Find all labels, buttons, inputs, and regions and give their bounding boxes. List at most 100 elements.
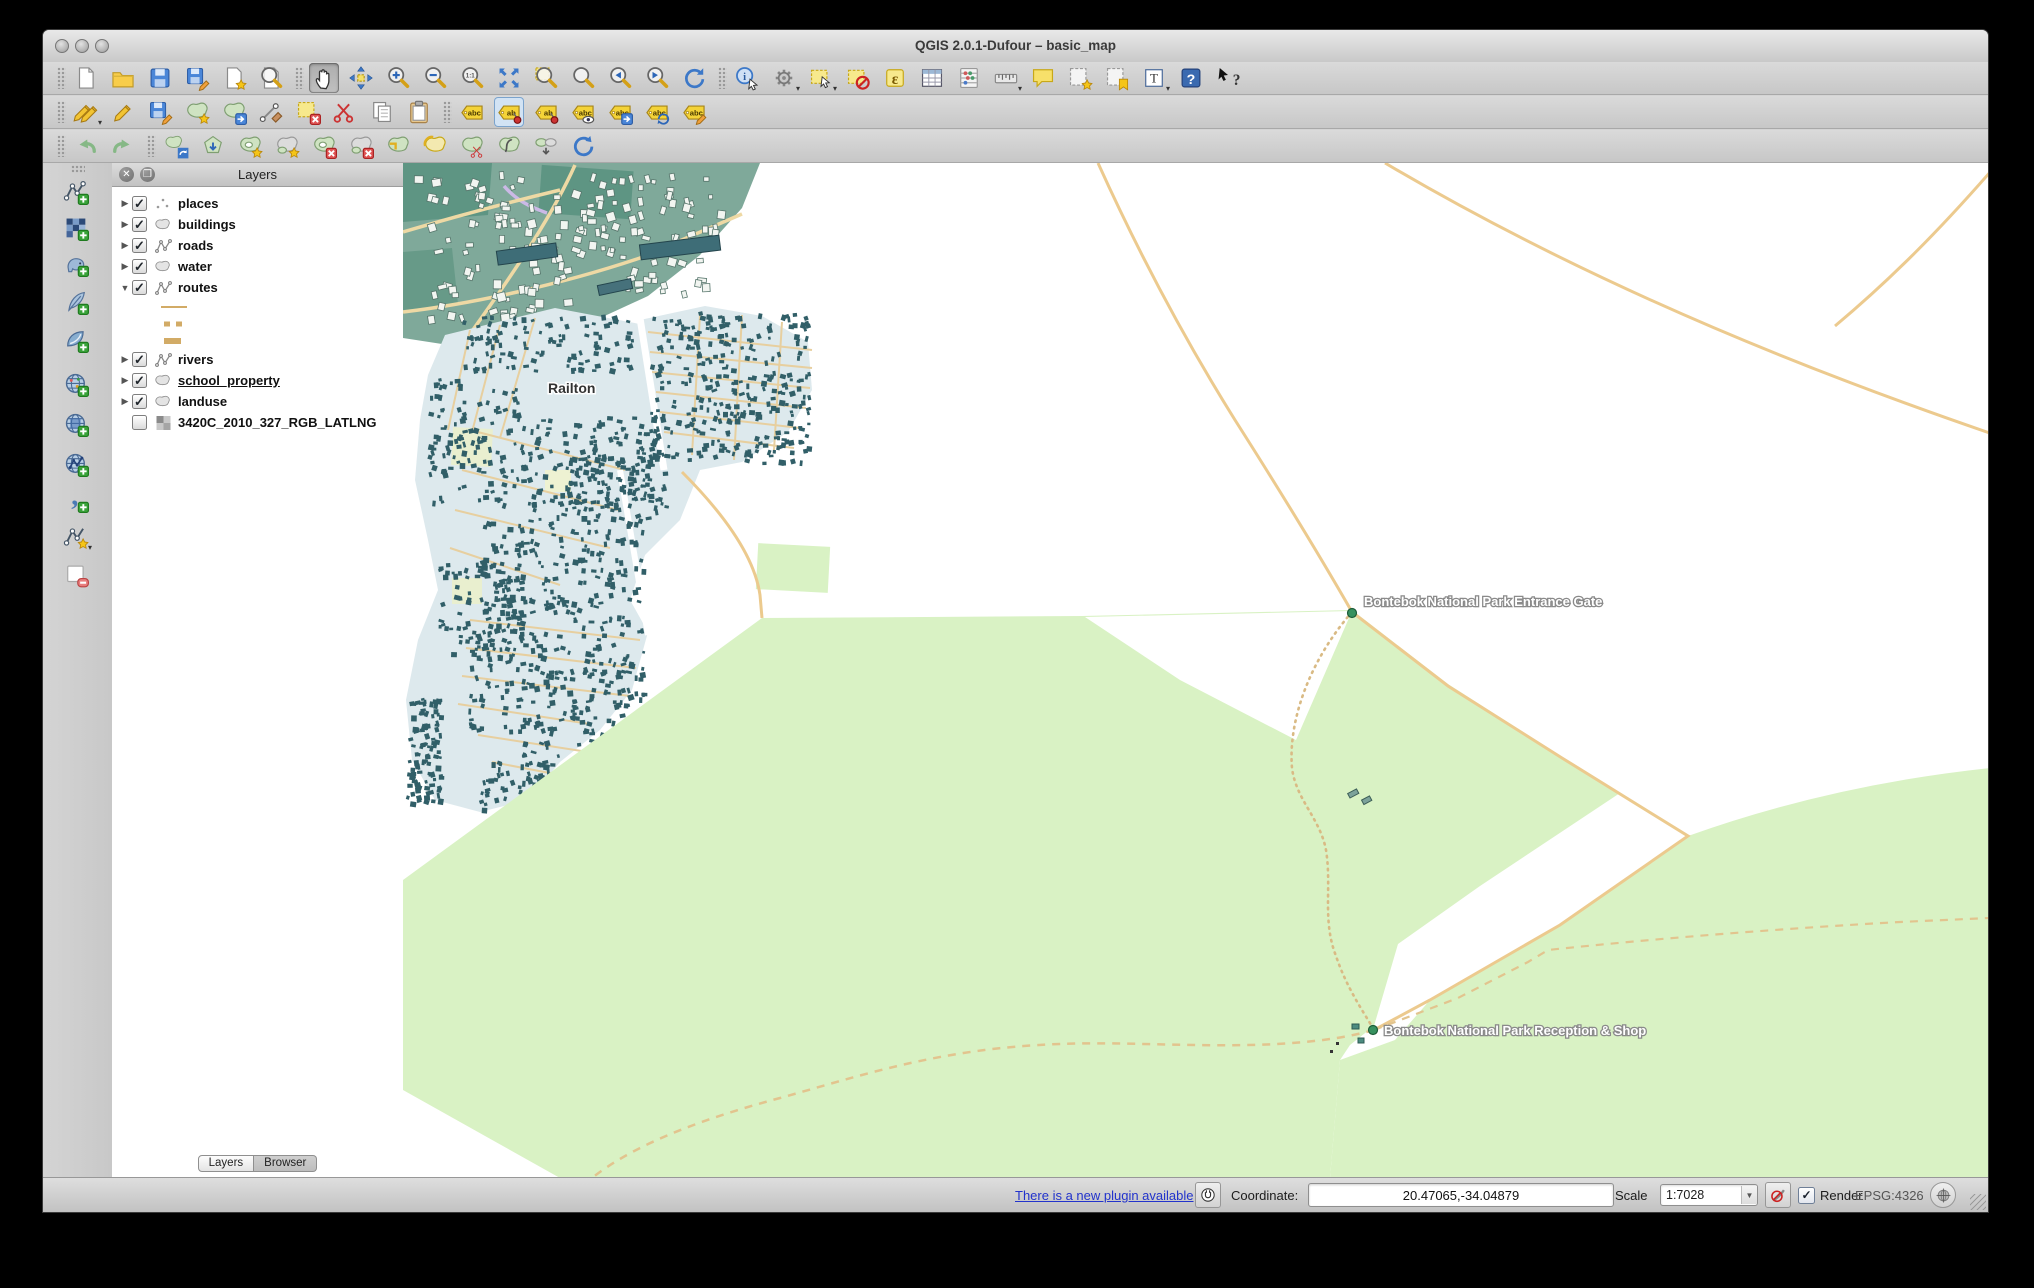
refresh-map-button[interactable] xyxy=(679,63,709,93)
layer-visibility-checkbox[interactable]: ✓ xyxy=(132,217,147,232)
layer-row-routes[interactable]: ▼✓routes xyxy=(118,277,403,298)
rotate-feature-button[interactable] xyxy=(161,131,191,161)
open-project-button[interactable] xyxy=(108,63,138,93)
layer-name[interactable]: water xyxy=(178,259,212,274)
zoom-to-selection-button[interactable] xyxy=(531,63,561,93)
new-bookmark-button[interactable] xyxy=(1065,63,1095,93)
dropdown-arrow-icon[interactable]: ▾ xyxy=(1018,85,1022,93)
layer-visibility-checkbox[interactable]: ✓ xyxy=(132,415,147,430)
layer-row-3420C_2010_327_RGB_LATLNG[interactable]: ✓3420C_2010_327_RGB_LATLNG xyxy=(118,412,403,433)
toggle-editing-button[interactable] xyxy=(108,97,138,127)
zoom-out-button[interactable] xyxy=(420,63,450,93)
toolbar-grip[interactable] xyxy=(443,101,452,123)
layer-visibility-checkbox[interactable]: ✓ xyxy=(132,238,147,253)
rotate-label-button[interactable]: abc xyxy=(642,97,672,127)
split-features-button[interactable] xyxy=(457,131,487,161)
paste-features-button[interactable] xyxy=(404,97,434,127)
remove-layer-button[interactable] xyxy=(61,560,91,590)
layer-visibility-checkbox[interactable]: ✓ xyxy=(132,394,147,409)
dropdown-arrow-icon[interactable]: ▾ xyxy=(833,85,837,93)
map-tips-button[interactable] xyxy=(1028,63,1058,93)
scale-combo[interactable]: 1:7028 ▼ xyxy=(1660,1184,1758,1206)
pin-labels-button[interactable]: ab xyxy=(494,97,524,127)
plugin-icon[interactable] xyxy=(1195,1182,1221,1208)
expander-icon[interactable]: ▶ xyxy=(118,396,132,407)
zoom-full-button[interactable] xyxy=(494,63,524,93)
select-features-button[interactable]: ▾ xyxy=(806,63,836,93)
add-wms-layer-button[interactable] xyxy=(61,369,91,399)
expander-icon[interactable]: ▶ xyxy=(118,219,132,230)
whats-this-button[interactable]: ? xyxy=(1213,63,1243,93)
render-checkbox[interactable]: ✓ xyxy=(1798,1187,1815,1204)
merge-features-button[interactable] xyxy=(531,131,561,161)
panel-tab-layers[interactable]: Layers xyxy=(198,1155,255,1172)
add-raster-layer-button[interactable] xyxy=(61,213,91,243)
offset-curve-button[interactable] xyxy=(420,131,450,161)
show-hide-labels-button[interactable]: abc xyxy=(568,97,598,127)
add-delimited-text-layer-button[interactable]: , xyxy=(61,485,91,515)
layer-row-school_property[interactable]: ▶✓ school_property xyxy=(118,370,403,391)
add-spatialite-layer-button[interactable] xyxy=(61,287,91,317)
new-project-button[interactable] xyxy=(71,63,101,93)
highlight-pinned-labels-button[interactable]: ab xyxy=(531,97,561,127)
layer-name[interactable]: routes xyxy=(178,280,218,295)
text-annotation-button[interactable]: T▾ xyxy=(1139,63,1169,93)
delete-ring-button[interactable] xyxy=(309,131,339,161)
copy-features-button[interactable] xyxy=(367,97,397,127)
add-part-button[interactable] xyxy=(272,131,302,161)
save-layer-edits-button[interactable] xyxy=(145,97,175,127)
measure-button[interactable]: ▾ xyxy=(991,63,1021,93)
map-canvas[interactable]: RailtonBontebok National Park Entrance G… xyxy=(403,163,1988,1178)
crs-globe-button[interactable] xyxy=(1930,1182,1956,1208)
panel-close-icon[interactable]: ✕ xyxy=(119,167,134,182)
add-wcs-layer-button[interactable] xyxy=(61,409,91,439)
zoom-to-layer-button[interactable] xyxy=(568,63,598,93)
zoom-in-button[interactable] xyxy=(383,63,413,93)
layer-visibility-checkbox[interactable]: ✓ xyxy=(132,280,147,295)
toolbar-grip[interactable] xyxy=(718,67,727,89)
cut-features-button[interactable] xyxy=(330,97,360,127)
reshape-features-button[interactable] xyxy=(383,131,413,161)
layer-row-water[interactable]: ▶✓ water xyxy=(118,256,403,277)
expander-icon[interactable]: ▶ xyxy=(118,261,132,272)
zoom-native-button[interactable]: 1:1 xyxy=(457,63,487,93)
deselect-all-button[interactable] xyxy=(843,63,873,93)
layer-row-landuse[interactable]: ▶✓landuse xyxy=(118,391,403,412)
move-feature-button[interactable] xyxy=(219,97,249,127)
layer-visibility-checkbox[interactable]: ✓ xyxy=(132,259,147,274)
toolbar-grip[interactable] xyxy=(71,165,85,173)
expander-icon[interactable]: ▶ xyxy=(118,375,132,386)
toolbar-grip[interactable] xyxy=(57,67,66,89)
delete-part-button[interactable] xyxy=(346,131,376,161)
node-tool-button[interactable] xyxy=(256,97,286,127)
save-project-button[interactable] xyxy=(145,63,175,93)
layer-name[interactable]: places xyxy=(178,196,218,211)
panel-float-icon[interactable]: ❐ xyxy=(140,167,155,182)
layer-name[interactable]: school_property xyxy=(178,373,280,388)
undo-button[interactable] xyxy=(71,131,101,161)
layer-row-places[interactable]: ▶✓ places xyxy=(118,193,403,214)
expander-icon[interactable]: ▶ xyxy=(118,354,132,365)
select-by-expression-button[interactable]: ε xyxy=(880,63,910,93)
show-bookmarks-button[interactable] xyxy=(1102,63,1132,93)
layer-visibility-checkbox[interactable]: ✓ xyxy=(132,373,147,388)
pan-map-button[interactable] xyxy=(309,63,339,93)
field-calculator-button[interactable] xyxy=(954,63,984,93)
expander-icon[interactable]: ▶ xyxy=(118,198,132,209)
layer-labeling-button[interactable]: abc xyxy=(457,97,487,127)
toolbar-grip[interactable] xyxy=(147,135,156,157)
zoom-last-button[interactable] xyxy=(605,63,635,93)
layer-row-roads[interactable]: ▶✓ roads xyxy=(118,235,403,256)
redo-button[interactable] xyxy=(108,131,138,161)
layer-row-rivers[interactable]: ▶✓rivers xyxy=(118,349,403,370)
expander-icon[interactable]: ▶ xyxy=(118,240,132,251)
run-feature-action-button[interactable]: ▾ xyxy=(769,63,799,93)
add-mssql-layer-button[interactable] xyxy=(61,325,91,355)
place-point-entrance-gate[interactable] xyxy=(1348,609,1357,618)
layer-name[interactable]: roads xyxy=(178,238,213,253)
layer-visibility-checkbox[interactable]: ✓ xyxy=(132,196,147,211)
toolbar-grip[interactable] xyxy=(57,135,66,157)
rotate-point-symbols-button[interactable] xyxy=(568,131,598,161)
dropdown-arrow-icon[interactable]: ▾ xyxy=(1166,85,1170,93)
add-postgis-layer-button[interactable] xyxy=(61,249,91,279)
